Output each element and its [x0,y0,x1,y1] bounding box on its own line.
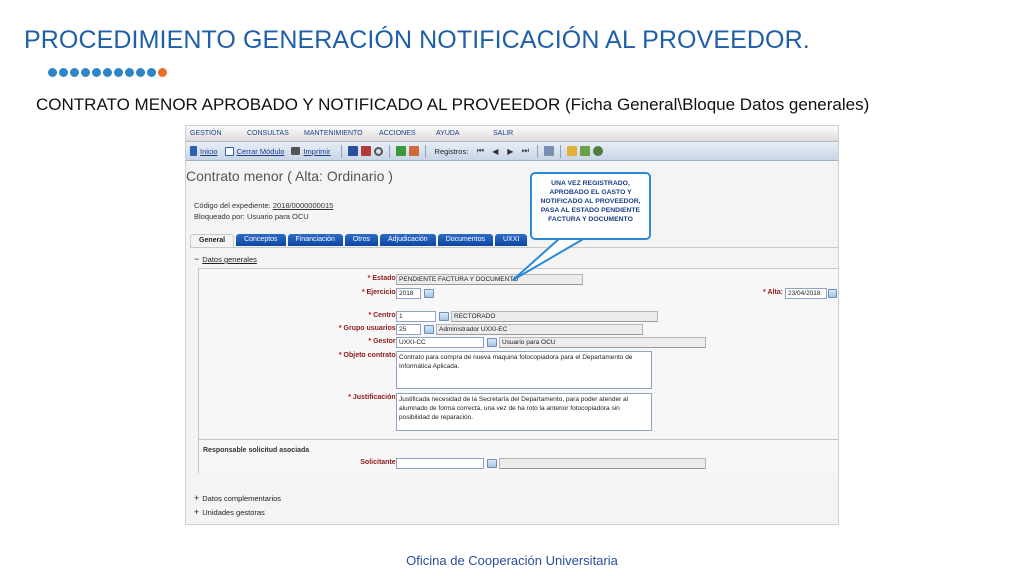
callout-note: UNA VEZ REGISTRADO, APROBADO EL GASTO Y … [530,172,651,240]
callout-pointer [512,237,586,281]
